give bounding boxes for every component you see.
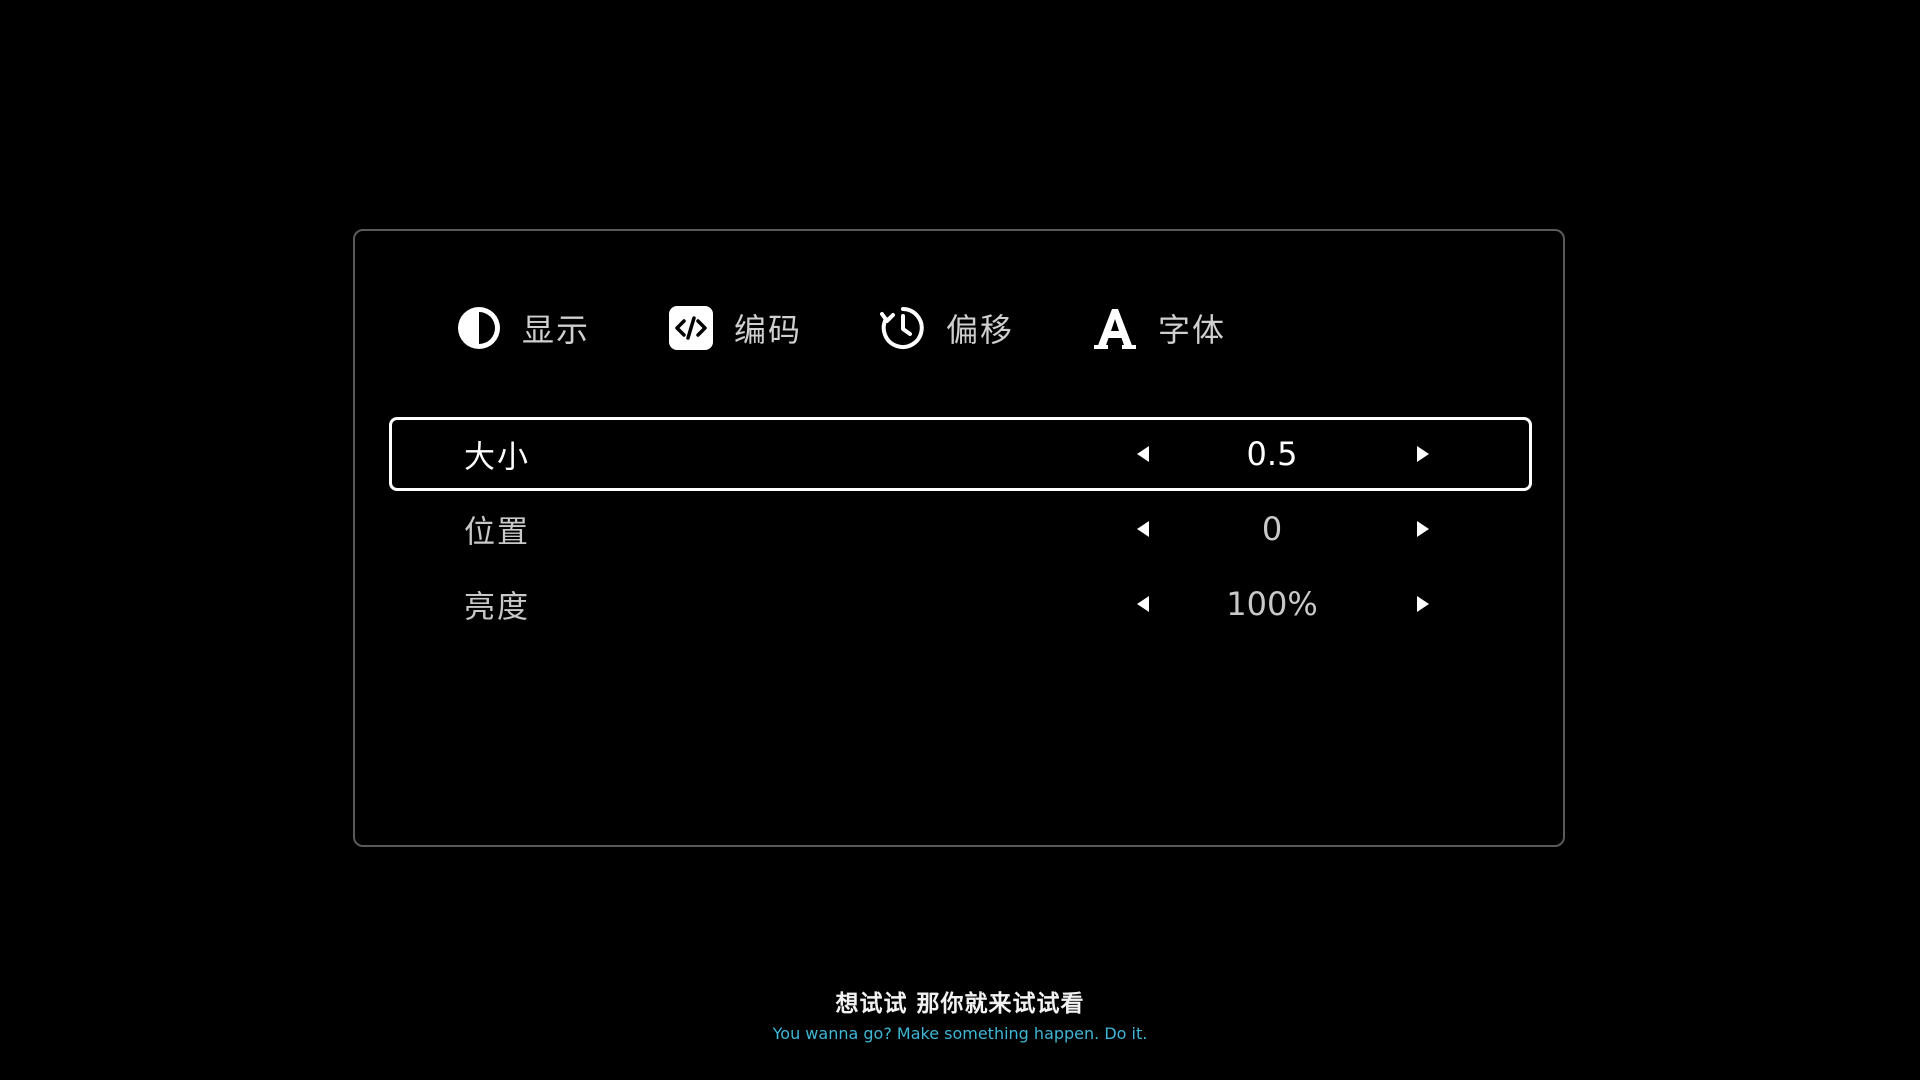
tab-display[interactable]: 显示 — [456, 302, 668, 354]
decrease-arrow-icon[interactable] — [1129, 590, 1157, 618]
settings-tab-bar: 显示 编码 偏移 字体 — [456, 302, 1252, 354]
setting-row-brightness[interactable]: 亮度 100% — [389, 567, 1532, 641]
tab-font-label: 字体 — [1158, 311, 1227, 349]
decrease-arrow-icon[interactable] — [1129, 515, 1157, 543]
tab-offset[interactable]: 偏移 — [880, 302, 1092, 354]
contrast-icon — [456, 305, 502, 351]
setting-value: 0.5 — [1246, 435, 1298, 473]
setting-value: 0 — [1261, 510, 1283, 548]
increase-arrow-icon[interactable] — [1409, 515, 1437, 543]
increase-arrow-icon[interactable] — [1409, 590, 1437, 618]
decrease-arrow-icon[interactable] — [1129, 440, 1157, 468]
timer-icon — [880, 305, 926, 351]
code-icon — [668, 305, 714, 351]
setting-label: 大小 — [464, 439, 530, 476]
increase-arrow-icon[interactable] — [1409, 440, 1437, 468]
tab-font[interactable]: 字体 — [1092, 302, 1252, 354]
setting-value: 100% — [1226, 585, 1318, 623]
subtitle-settings-screen: 显示 编码 偏移 字体 大小 0.5 位置 0 亮度 100% 想试试 那你就来… — [0, 0, 1920, 1080]
setting-label: 位置 — [464, 514, 530, 551]
setting-row-size[interactable]: 大小 0.5 — [389, 417, 1532, 491]
tab-offset-label: 偏移 — [946, 311, 1015, 349]
setting-label: 亮度 — [464, 589, 530, 626]
subtitle-secondary: You wanna go? Make something happen. Do … — [772, 1024, 1148, 1043]
font-icon — [1092, 305, 1138, 351]
tab-encoding-label: 编码 — [734, 311, 803, 349]
tab-display-label: 显示 — [522, 311, 591, 349]
subtitle-primary: 想试试 那你就来试试看 — [835, 991, 1085, 1017]
setting-row-position[interactable]: 位置 0 — [389, 492, 1532, 566]
settings-list: 大小 0.5 位置 0 亮度 100% — [389, 417, 1532, 642]
tab-encoding[interactable]: 编码 — [668, 302, 880, 354]
